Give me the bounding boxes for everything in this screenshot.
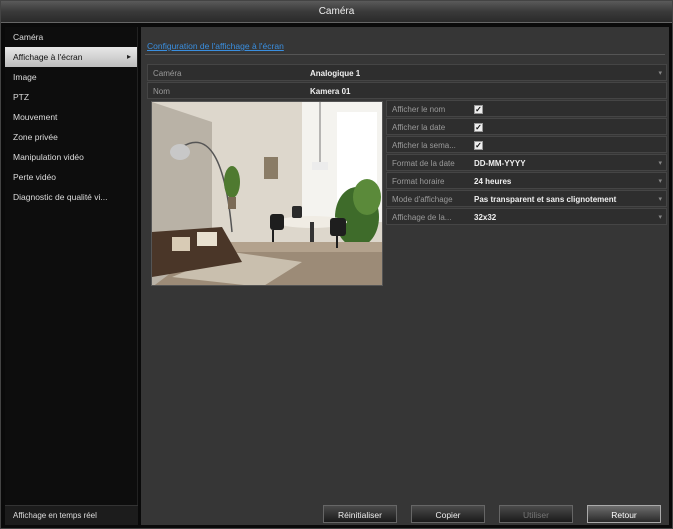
- time-format-select[interactable]: Format horaire 24 heures ▾: [386, 172, 667, 189]
- sidebar-item-ptz[interactable]: PTZ: [5, 87, 137, 107]
- sidebar-item-label: PTZ: [13, 92, 30, 102]
- check-icon[interactable]: ✓: [474, 105, 483, 114]
- sidebar-item-label: Perte vidéo: [13, 172, 56, 182]
- chevron-down-icon: ▾: [658, 214, 662, 221]
- sidebar-item-privacy-zone[interactable]: Zone privée: [5, 127, 137, 147]
- sidebar-item-video-tampering[interactable]: Manipulation vidéo: [5, 147, 137, 167]
- camera-settings-window: Caméra Caméra Affichage à l'écran ▸ Image…: [0, 0, 673, 529]
- check-icon[interactable]: ✓: [474, 123, 483, 132]
- section-title: Configuration de l'affichage à l'écran: [147, 41, 284, 51]
- back-button[interactable]: Retour: [587, 505, 661, 523]
- camera-select[interactable]: Caméra Analogique 1 ▾: [147, 64, 667, 81]
- date-format-value: DD-MM-YYYY: [474, 159, 526, 168]
- sidebar-item-osd[interactable]: Affichage à l'écran ▸: [5, 47, 137, 67]
- name-value: Kamera 01: [310, 87, 351, 96]
- show-date-row[interactable]: Afficher la date ✓: [386, 118, 667, 135]
- live-view-button[interactable]: Affichage en temps réel: [5, 505, 138, 525]
- camera-preview[interactable]: [151, 101, 383, 286]
- osd-font-select[interactable]: Affichage de la... 32x32 ▾: [386, 208, 667, 225]
- time-format-label: Format horaire: [392, 177, 445, 186]
- show-name-label: Afficher le nom: [392, 105, 446, 114]
- osd-font-value: 32x32: [474, 213, 497, 222]
- sidebar-item-label: Image: [13, 72, 37, 82]
- sidebar-item-label: Zone privée: [13, 132, 58, 142]
- sidebar-item-label: Mouvement: [13, 112, 58, 122]
- show-date-label: Afficher la date: [392, 123, 446, 132]
- apply-button[interactable]: Utiliser: [499, 505, 573, 523]
- display-mode-label: Mode d'affichage: [392, 195, 453, 204]
- date-format-select[interactable]: Format de la date DD-MM-YYYY ▾: [386, 154, 667, 171]
- sidebar-item-video-quality-diagnostics[interactable]: Diagnostic de qualité vi...: [5, 187, 137, 207]
- sidebar-item-label: Diagnostic de qualité vi...: [13, 192, 108, 202]
- sidebar-item-label: Affichage à l'écran: [13, 52, 83, 62]
- window-title: Caméra: [1, 1, 672, 23]
- check-icon[interactable]: ✓: [474, 141, 483, 150]
- show-week-label: Afficher la sema...: [392, 141, 456, 150]
- chevron-down-icon: ▾: [658, 178, 662, 185]
- chevron-right-icon: ▸: [126, 52, 131, 61]
- camera-value: Analogique 1: [310, 69, 361, 78]
- time-format-value: 24 heures: [474, 177, 512, 186]
- chevron-down-icon: ▾: [658, 70, 662, 77]
- sidebar: Caméra Affichage à l'écran ▸ Image PTZ Mo…: [5, 27, 138, 525]
- camera-label: Caméra: [153, 69, 182, 78]
- sidebar-item-label: Caméra: [13, 32, 44, 42]
- display-mode-select[interactable]: Mode d'affichage Pas transparent et sans…: [386, 190, 667, 207]
- display-mode-value: Pas transparent et sans clignotement: [474, 195, 617, 204]
- chevron-down-icon: ▾: [658, 196, 662, 203]
- reset-button[interactable]: Réinitialiser: [323, 505, 397, 523]
- chevron-down-icon: ▾: [658, 160, 662, 167]
- copy-button[interactable]: Copier: [411, 505, 485, 523]
- room-preview-image: [152, 102, 382, 285]
- show-name-row[interactable]: Afficher le nom ✓: [386, 100, 667, 117]
- sidebar-item-image[interactable]: Image: [5, 67, 137, 87]
- sidebar-item-camera[interactable]: Caméra: [5, 27, 137, 47]
- section-divider: [145, 54, 665, 55]
- sidebar-item-motion[interactable]: Mouvement: [5, 107, 137, 127]
- show-week-row[interactable]: Afficher la sema... ✓: [386, 136, 667, 153]
- date-format-label: Format de la date: [392, 159, 455, 168]
- osd-font-label: Affichage de la...: [392, 213, 452, 222]
- sidebar-item-label: Manipulation vidéo: [13, 152, 84, 162]
- sidebar-item-video-loss[interactable]: Perte vidéo: [5, 167, 137, 187]
- name-label: Nom: [153, 87, 170, 96]
- name-field[interactable]: Nom Kamera 01: [147, 82, 667, 99]
